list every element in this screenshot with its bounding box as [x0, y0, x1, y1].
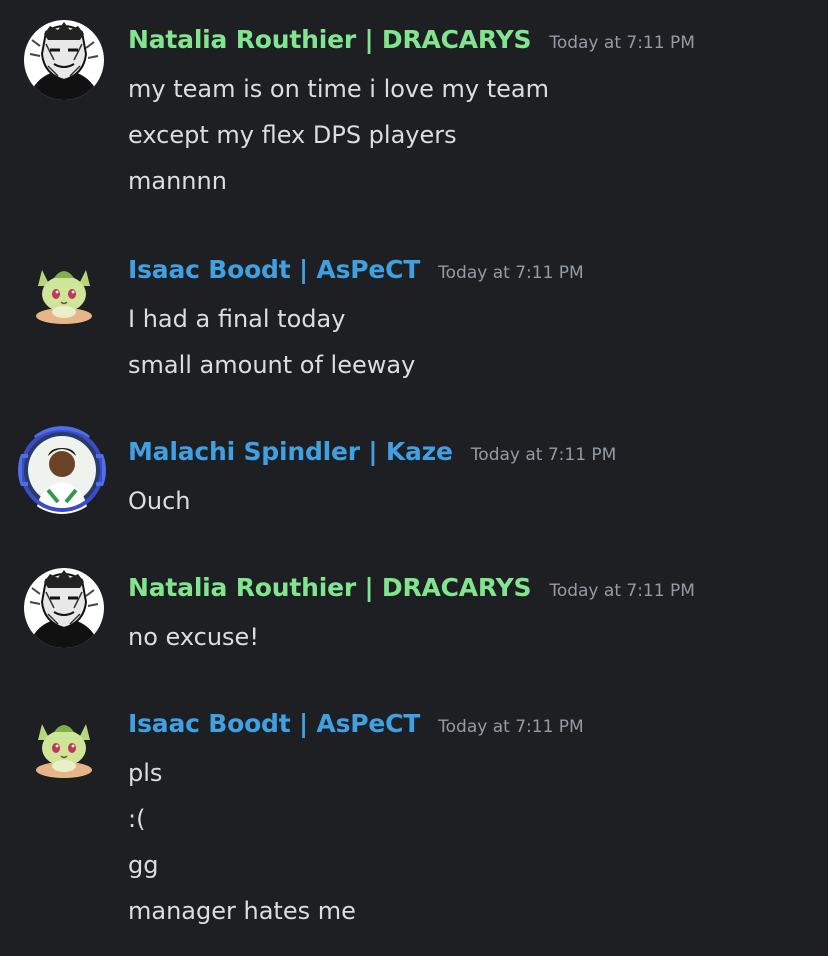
message-body: I had a final today small amount of leew…: [128, 296, 415, 388]
timestamp: Today at 7:11 PM: [438, 717, 584, 737]
username[interactable]: Malachi Spindler | Kaze: [128, 432, 453, 472]
username[interactable]: Isaac Boodt | AsPeCT: [128, 250, 420, 290]
message-line: no excuse!: [128, 623, 259, 651]
message-line: my team is on time i love my team: [128, 75, 549, 103]
headset-frame-photo-avatar[interactable]: [18, 426, 106, 514]
username[interactable]: Isaac Boodt | AsPeCT: [128, 704, 420, 744]
sprigatito-icon: [36, 724, 92, 778]
sprigatito-icon: [36, 270, 92, 324]
message-line: except my flex DPS players: [128, 121, 457, 149]
message-header: Natalia Routhier | DRACARYS Today at 7:1…: [128, 568, 695, 608]
timestamp: Today at 7:11 PM: [438, 263, 584, 283]
message-body: my team is on time i love my team except…: [128, 66, 549, 204]
sprigatito-avatar[interactable]: [24, 704, 104, 784]
message-body: Ouch: [128, 478, 191, 524]
timestamp: Today at 7:11 PM: [470, 445, 617, 465]
message-body: no excuse!: [128, 614, 259, 660]
username[interactable]: Natalia Routhier | DRACARYS: [128, 20, 532, 60]
timestamp: Today at 7:11 PM: [549, 33, 695, 53]
message-line: Ouch: [128, 487, 191, 515]
sprigatito-avatar[interactable]: [24, 250, 104, 330]
sketch-portrait-avatar[interactable]: [24, 568, 104, 648]
username[interactable]: Natalia Routhier | DRACARYS: [128, 568, 532, 608]
message-header: Malachi Spindler | Kaze Today at 7:11 PM: [128, 432, 616, 472]
sketch-portrait-avatar[interactable]: [24, 20, 104, 100]
message-header: Isaac Boodt | AsPeCT Today at 7:11 PM: [128, 250, 584, 290]
message-line: :(: [128, 805, 146, 833]
message-header: Isaac Boodt | AsPeCT Today at 7:11 PM: [128, 704, 584, 744]
message-line: gg: [128, 851, 159, 879]
message-line: mannnn: [128, 167, 227, 195]
message-line: small amount of leeway: [128, 351, 416, 379]
message-line: I had a final today: [128, 305, 346, 333]
chat-message-list: Natalia Routhier | DRACARYS Today at 7:1…: [0, 0, 828, 956]
message-line: manager hates me: [128, 897, 356, 925]
message-line: pls: [128, 759, 163, 787]
headset-frame-photo-icon: [18, 426, 106, 514]
message-header: Natalia Routhier | DRACARYS Today at 7:1…: [128, 20, 695, 60]
message-body: pls :( gg manager hates me: [128, 750, 356, 934]
timestamp: Today at 7:11 PM: [549, 581, 695, 601]
sketch-portrait-icon: [24, 568, 104, 648]
sketch-portrait-icon: [24, 20, 104, 100]
